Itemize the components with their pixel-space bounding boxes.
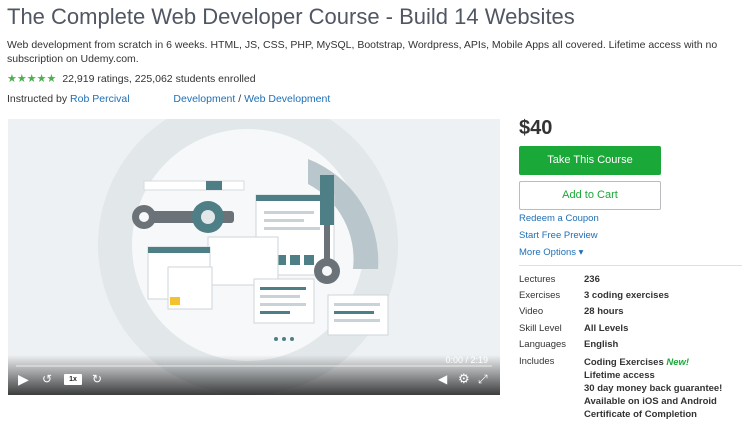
video-progress-bar[interactable] bbox=[16, 365, 492, 367]
preview-video[interactable]: 0:00 / 2:19 ▶ ↺ 1x ↻ ◀ ⚙ ⤢ bbox=[8, 119, 500, 395]
play-icon[interactable]: ▶ bbox=[18, 370, 29, 388]
video-time: 0:00 / 2:19 bbox=[445, 355, 488, 365]
ratings-text: 22,919 ratings, 225,062 students enrolle… bbox=[62, 72, 256, 85]
includes-item: Available on iOS and Android bbox=[584, 396, 717, 407]
detail-value: English bbox=[584, 339, 619, 350]
new-badge: New! bbox=[666, 357, 690, 368]
rating-row: ★★★★★ 22,919 ratings, 225,062 students e… bbox=[7, 72, 256, 86]
instructed-by-label: Instructed by bbox=[7, 93, 68, 105]
includes-item: Certificate of Completion bbox=[584, 409, 697, 420]
more-options-link[interactable]: More Options ▾ bbox=[519, 247, 583, 258]
course-price: $40 bbox=[519, 117, 553, 139]
includes-item: Coding Exercises New! bbox=[584, 357, 690, 368]
instructor-link[interactable]: Rob Percival bbox=[70, 93, 130, 105]
includes-list: Coding Exercises New! Lifetime access 30… bbox=[584, 356, 722, 421]
course-subtitle: Web development from scratch in 6 weeks.… bbox=[7, 39, 718, 65]
detail-label: Skill Level bbox=[519, 323, 562, 334]
course-illustration bbox=[98, 119, 398, 395]
video-controls: 0:00 / 2:19 ▶ ↺ 1x ↻ ◀ ⚙ ⤢ bbox=[8, 355, 500, 395]
detail-value: 236 bbox=[584, 274, 600, 285]
includes-label: Includes bbox=[519, 356, 555, 367]
detail-label: Exercises bbox=[519, 290, 561, 301]
star-rating-icon: ★★★★★ bbox=[7, 73, 57, 85]
volume-icon[interactable]: ◀ bbox=[438, 370, 447, 388]
forward-icon[interactable]: ↻ bbox=[92, 370, 102, 388]
details-divider bbox=[519, 265, 742, 266]
instructor-row: Instructed by Rob Percival Development /… bbox=[7, 93, 330, 105]
playback-speed-button[interactable]: 1x bbox=[64, 374, 82, 385]
take-course-button[interactable]: Take This Course bbox=[519, 146, 661, 175]
includes-item: Lifetime access bbox=[584, 370, 655, 381]
breadcrumb-separator: / bbox=[238, 93, 242, 105]
includes-item: 30 day money back guarantee! bbox=[584, 383, 723, 394]
rewind-icon[interactable]: ↺ bbox=[42, 370, 52, 388]
free-preview-link[interactable]: Start Free Preview bbox=[519, 230, 598, 241]
detail-label: Video bbox=[519, 306, 544, 317]
detail-value: 3 coding exercises bbox=[584, 290, 670, 301]
detail-value: 28 hours bbox=[584, 306, 624, 317]
category-link[interactable]: Development bbox=[173, 93, 235, 105]
settings-gear-icon[interactable]: ⚙ bbox=[458, 370, 470, 388]
detail-label: Languages bbox=[519, 339, 567, 350]
detail-value: All Levels bbox=[584, 323, 629, 334]
fullscreen-icon[interactable]: ⤢ bbox=[478, 370, 488, 388]
detail-label: Lectures bbox=[519, 274, 556, 285]
add-to-cart-button[interactable]: Add to Cart bbox=[519, 181, 661, 210]
redeem-coupon-link[interactable]: Redeem a Coupon bbox=[519, 213, 599, 224]
subcategory-link[interactable]: Web Development bbox=[244, 93, 330, 105]
course-title: The Complete Web Developer Course - Buil… bbox=[7, 4, 575, 29]
